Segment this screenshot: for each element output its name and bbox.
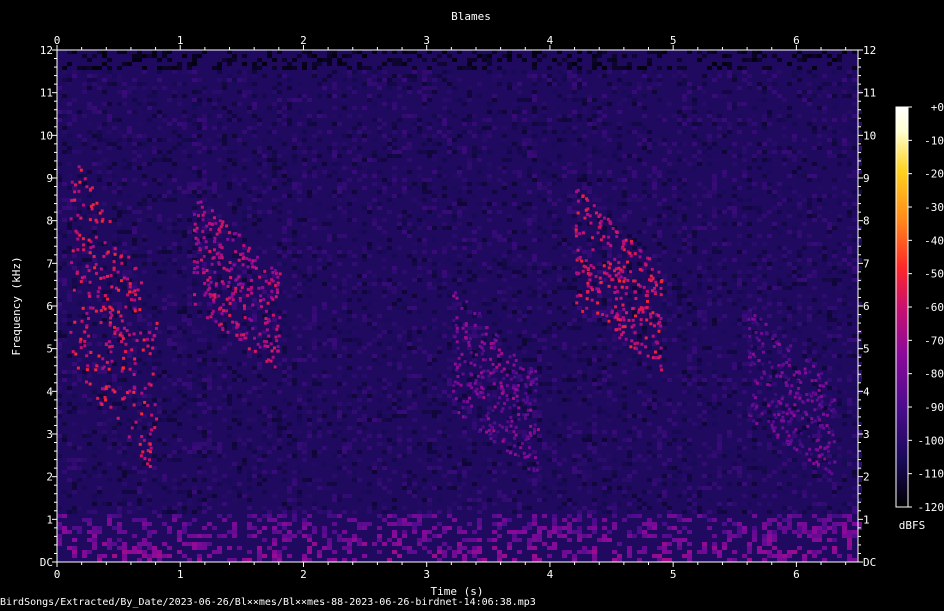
colorbar: +0 -10 -20 -30 -40 -50 -60 -70 -80 -90 -100 -110 -12… — [895, 101, 944, 532]
x-tick-label: 3 — [423, 568, 430, 581]
y-tick-label: 10 — [863, 129, 876, 142]
y-axis-left: DC123456789101112 — [40, 44, 57, 569]
y-tick-label: 8 — [46, 215, 53, 228]
y-tick-label: 11 — [40, 87, 53, 100]
colorbar-ticks: +0 -10 -20 -30 -40 -50 -60 -70 -80 -90 -100 -110 -12… — [908, 101, 944, 514]
y-axis-label: Frequency (kHz) — [10, 256, 23, 355]
x-tick-label: 4 — [547, 568, 554, 581]
spectrogram-chart: Blames 0123456 0123456 DC123456789101112… — [10, 10, 944, 598]
colorbar-tick-label: -50 — [924, 268, 944, 281]
y-tick-label: 3 — [863, 428, 870, 441]
x-tick-label: 1 — [177, 568, 184, 581]
x-axis-bottom: 0 1 2 3 4 5 6 — [54, 562, 847, 581]
y-tick-label: 5 — [863, 343, 870, 356]
colorbar-gradient — [895, 106, 909, 508]
colorbar-label: dBFS — [899, 519, 926, 532]
y-tick-label: 6 — [863, 300, 870, 313]
y-tick-label: 7 — [863, 257, 870, 270]
x-tick-label: 4 — [547, 34, 554, 47]
y-tick-label: 2 — [863, 471, 870, 484]
colorbar-tick-label: -70 — [924, 334, 944, 347]
x-tick-label: 2 — [300, 568, 307, 581]
y-tick-label: 12 — [863, 44, 876, 57]
colorbar-tick-label: -90 — [924, 401, 944, 414]
colorbar-tick-label: +0 — [931, 101, 944, 114]
x-tick-label: 3 — [423, 34, 430, 47]
x-tick-label: 0 — [54, 34, 61, 47]
colorbar-tick-label: -20 — [924, 168, 944, 181]
y-tick-label: 5 — [46, 343, 53, 356]
y-tick-label: 7 — [46, 257, 53, 270]
x-tick-label: 1 — [177, 34, 184, 47]
x-axis-top: 0 1 2 3 4 5 6 — [54, 34, 847, 50]
x-tick-label: 5 — [670, 34, 677, 47]
y-tick-label: 12 — [40, 44, 53, 57]
chart-title: Blames — [451, 10, 491, 23]
colorbar-tick-label: -100 — [918, 434, 944, 447]
colorbar-tick-label: -60 — [924, 301, 944, 314]
y-tick-label: 1 — [863, 513, 870, 526]
x-tick-label: 2 — [300, 34, 307, 47]
x-tick-label: 5 — [670, 568, 677, 581]
y-tick-label: 4 — [46, 385, 53, 398]
y-tick-label: 9 — [863, 172, 870, 185]
x-tick-label: 0 — [54, 568, 61, 581]
y-tick-label: 11 — [863, 87, 876, 100]
y-tick-label: 1 — [46, 513, 53, 526]
y-tick-label: DC — [863, 556, 876, 569]
file-path-caption: BirdSongs/Extracted/By_Date/2023-06-26/B… — [0, 597, 536, 608]
x-tick-label: 6 — [793, 568, 800, 581]
spectrogram-plot-area — [57, 50, 862, 562]
y-tick-label: 2 — [46, 471, 53, 484]
y-tick-label: DC — [40, 556, 53, 569]
colorbar-tick-label: -40 — [924, 234, 944, 247]
colorbar-tick-label: -80 — [924, 368, 944, 381]
colorbar-tick-label: -30 — [924, 201, 944, 214]
y-tick-label: 3 — [46, 428, 53, 441]
y-tick-label: 6 — [46, 300, 53, 313]
y-tick-label: 4 — [863, 385, 870, 398]
colorbar-tick-label: -110 — [918, 468, 944, 481]
colorbar-tick-label: -10 — [924, 134, 944, 147]
y-tick-label: 10 — [40, 129, 53, 142]
y-tick-label: 9 — [46, 172, 53, 185]
colorbar-tick-label: -120 — [918, 501, 944, 514]
y-tick-label: 8 — [863, 215, 870, 228]
x-tick-label: 6 — [793, 34, 800, 47]
